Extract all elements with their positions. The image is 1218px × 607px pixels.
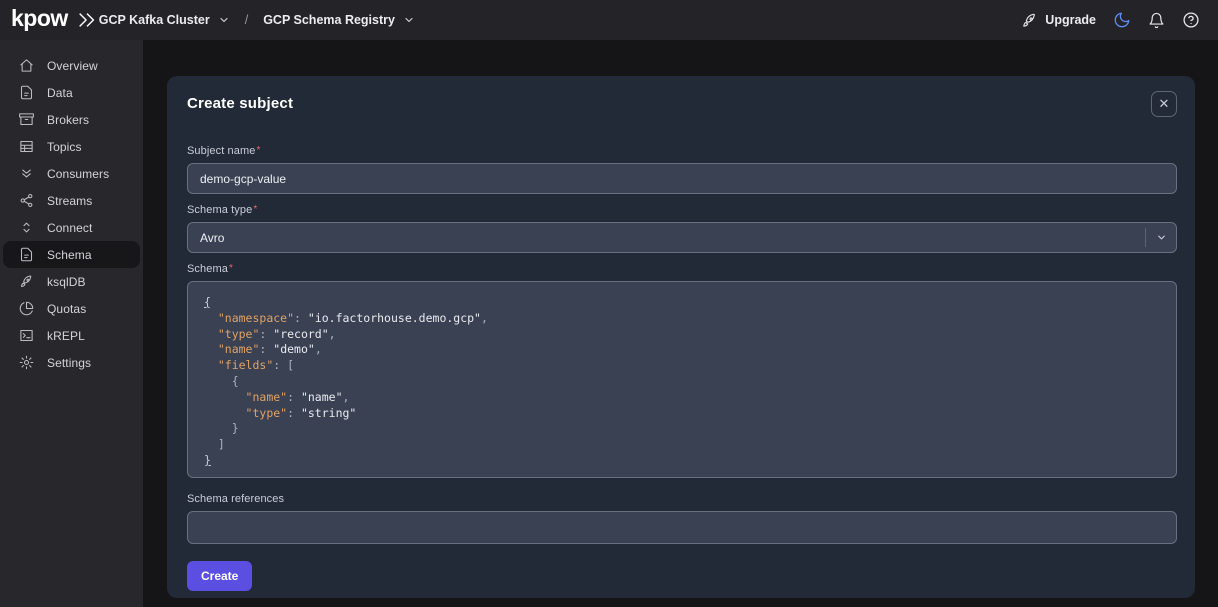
topbar: kpow GCP Kafka Cluster / GCP Schema Regi… <box>0 0 1218 40</box>
sidebar-item-schema[interactable]: Schema <box>3 241 140 268</box>
kpow-logo-text: kpow <box>11 7 68 33</box>
chevron-down-icon <box>403 14 415 26</box>
code-line: } <box>204 421 1160 437</box>
chevrons-icon <box>18 166 34 182</box>
moon-icon[interactable] <box>1113 11 1131 29</box>
sidebar-item-overview[interactable]: Overview <box>3 52 140 79</box>
close-button[interactable]: ✕ <box>1151 91 1177 117</box>
sidebar-item-label: Settings <box>47 356 91 370</box>
sidebar-item-label: Overview <box>47 59 98 73</box>
cluster-selector[interactable]: GCP Kafka Cluster <box>99 13 230 27</box>
sidebar-item-label: ksqlDB <box>47 275 86 289</box>
pie-icon <box>18 301 34 317</box>
sidebar-item-label: Data <box>47 86 73 100</box>
schema-label: Schema* <box>187 263 1177 275</box>
sidebar-item-settings[interactable]: Settings <box>3 349 140 376</box>
drawer-icon <box>18 112 34 128</box>
sidebar-item-label: Topics <box>47 140 82 154</box>
kpow-logo[interactable]: kpow <box>11 7 99 33</box>
file-icon <box>18 247 34 263</box>
bell-icon[interactable] <box>1148 12 1165 29</box>
sidebar-item-topics[interactable]: Topics <box>3 133 140 160</box>
subject-name-label: Subject name* <box>187 145 1177 157</box>
unfold-icon <box>18 220 34 236</box>
share-icon <box>18 193 34 209</box>
upgrade-button[interactable]: Upgrade <box>1021 12 1096 29</box>
upgrade-label: Upgrade <box>1045 13 1096 27</box>
create-subject-panel: Create subject ✕ Subject name* Schema ty… <box>167 76 1195 598</box>
schema-type-select[interactable]: Avro <box>187 222 1177 253</box>
home-icon <box>18 58 34 74</box>
sidebar-item-brokers[interactable]: Brokers <box>3 106 140 133</box>
code-line: "name": "demo", <box>204 342 1160 358</box>
sidebar-item-ksqldb[interactable]: ksqlDB <box>3 268 140 295</box>
sidebar-item-label: Schema <box>47 248 92 262</box>
main-content: Create subject ✕ Subject name* Schema ty… <box>143 40 1218 607</box>
chevron-down-icon <box>1145 228 1176 247</box>
schema-references-input[interactable] <box>187 511 1177 544</box>
page-title: Create subject <box>187 95 1177 112</box>
code-line: "type": "record", <box>204 327 1160 343</box>
required-asterisk: * <box>229 263 233 274</box>
chevron-down-icon <box>218 14 230 26</box>
sidebar-item-label: Connect <box>47 221 92 235</box>
code-line: { <box>204 374 1160 390</box>
terminal-icon <box>18 328 34 344</box>
code-line: ] <box>204 437 1160 453</box>
code-line: "namespace": "io.factorhouse.demo.gcp", <box>204 311 1160 327</box>
rocket-icon <box>1021 12 1038 29</box>
code-line: "fields": [ <box>204 358 1160 374</box>
sidebar-item-streams[interactable]: Streams <box>3 187 140 214</box>
schema-type-label: Schema type* <box>187 204 1177 216</box>
schema-references-label: Schema references <box>187 493 1177 505</box>
subject-name-input[interactable] <box>187 163 1177 194</box>
sidebar-item-connect[interactable]: Connect <box>3 214 140 241</box>
code-line: "type": "string" <box>204 406 1160 422</box>
double-chevron-right-icon <box>75 9 99 31</box>
required-asterisk: * <box>253 204 257 215</box>
sidebar-item-data[interactable]: Data <box>3 79 140 106</box>
sidebar: Overview Data Brokers Topics Consumers S… <box>0 40 143 607</box>
sidebar-item-quotas[interactable]: Quotas <box>3 295 140 322</box>
schema-type-selected-value: Avro <box>188 231 1145 245</box>
registry-selector-label: GCP Schema Registry <box>263 13 395 27</box>
sidebar-item-consumers[interactable]: Consumers <box>3 160 140 187</box>
gear-icon <box>18 355 34 371</box>
table-icon <box>18 139 34 155</box>
rocket-icon <box>18 274 34 290</box>
sidebar-item-label: Consumers <box>47 167 109 181</box>
code-line: { <box>204 295 1160 311</box>
sidebar-item-label: Quotas <box>47 302 86 316</box>
sidebar-item-label: kREPL <box>47 329 85 343</box>
sidebar-item-label: Brokers <box>47 113 89 127</box>
help-circle-icon[interactable] <box>1182 11 1200 29</box>
registry-selector[interactable]: GCP Schema Registry <box>263 13 415 27</box>
required-asterisk: * <box>256 145 260 156</box>
schema-editor[interactable]: { "namespace": "io.factorhouse.demo.gcp"… <box>187 281 1177 478</box>
file-icon <box>18 85 34 101</box>
create-button[interactable]: Create <box>187 561 252 591</box>
cluster-selector-label: GCP Kafka Cluster <box>99 13 210 27</box>
sidebar-item-label: Streams <box>47 194 92 208</box>
code-line: "name": "name", <box>204 390 1160 406</box>
code-line: } <box>204 453 1160 469</box>
sidebar-item-krepl[interactable]: kREPL <box>3 322 140 349</box>
breadcrumb-separator: / <box>245 13 248 27</box>
